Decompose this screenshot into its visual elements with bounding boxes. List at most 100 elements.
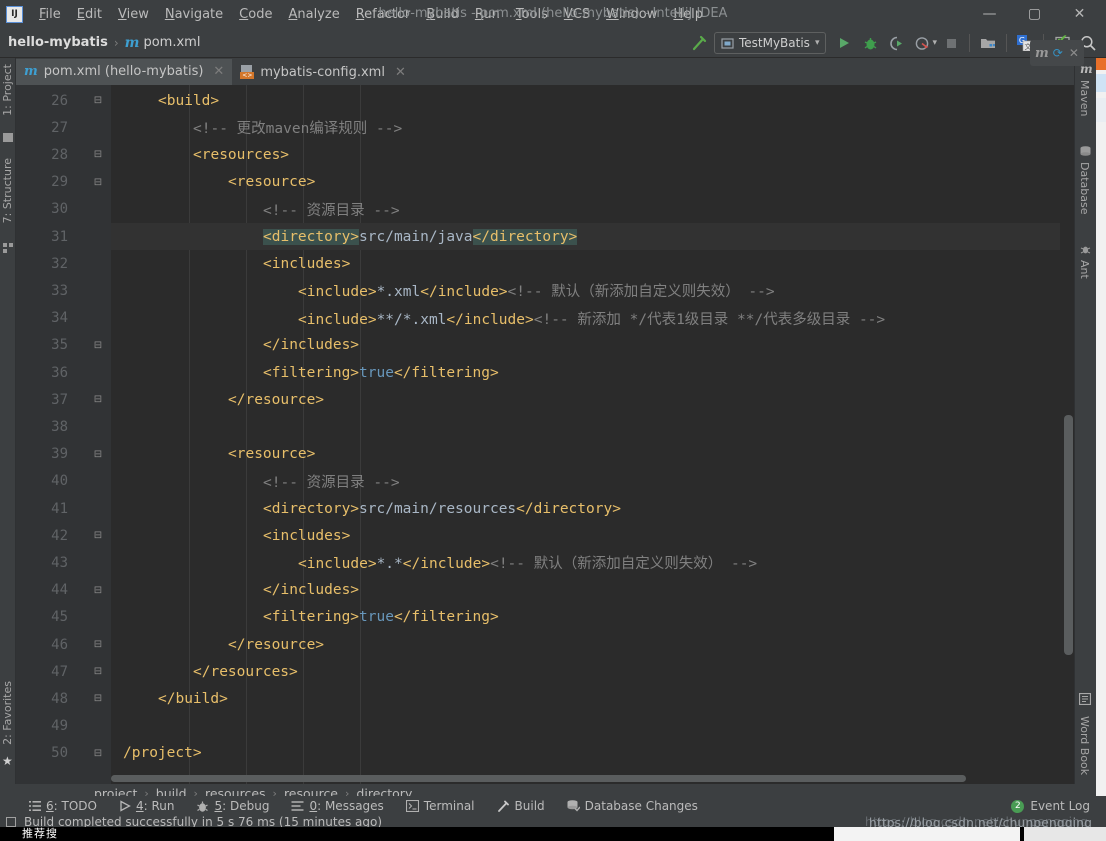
sidebar-item-structure-label[interactable]: 7: Structure bbox=[1, 158, 14, 223]
code-line[interactable]: <include>*.xml</include><!-- 默认（新添加自定义则失… bbox=[111, 277, 1074, 304]
gutter-line[interactable]: 49 bbox=[16, 713, 111, 740]
gutter-line[interactable]: 26 ⊟ bbox=[16, 87, 111, 114]
gutter-line[interactable]: 31 bbox=[16, 223, 111, 250]
run-configuration-selector[interactable]: TestMyBatis ▾ bbox=[713, 32, 827, 54]
editor-horizontal-scrollbar[interactable] bbox=[111, 775, 966, 782]
maven-reimport-popup[interactable]: m ⟳ ✕ bbox=[1030, 40, 1084, 66]
code-line[interactable]: <directory>src/main/resources</directory… bbox=[111, 495, 1074, 522]
editor-code-area[interactable]: <build> <!-- 更改maven编译规则 --> <resources> <r… bbox=[111, 85, 1074, 784]
debug-button[interactable] bbox=[858, 31, 882, 55]
fold-marker-icon[interactable]: ⊟ bbox=[92, 449, 104, 460]
code-line[interactable]: <include>**/*.xml</include><!-- 新添加 */代表… bbox=[111, 305, 1074, 332]
code-line[interactable]: </includes> bbox=[111, 577, 1074, 604]
maximize-button[interactable]: ▢ bbox=[1012, 0, 1057, 28]
build-project-button[interactable] bbox=[688, 31, 712, 55]
fold-marker-icon[interactable]: ⊟ bbox=[92, 639, 104, 650]
code-line[interactable] bbox=[111, 413, 1074, 440]
code-line[interactable]: <directory>src/main/java</directory> bbox=[111, 223, 1074, 251]
gutter-line[interactable]: 50 ⊟ bbox=[16, 740, 111, 767]
code-line[interactable]: <!-- 更改maven编译规则 --> bbox=[111, 114, 1074, 141]
navbar-project-name[interactable]: hello-mybatis bbox=[8, 35, 108, 50]
fold-marker-icon[interactable]: ⊟ bbox=[92, 95, 104, 106]
code-line[interactable]: <includes> bbox=[111, 250, 1074, 277]
gutter-line[interactable]: 29 ⊟ bbox=[16, 169, 111, 196]
gutter-line[interactable]: 45 bbox=[16, 604, 111, 631]
fold-marker-icon[interactable]: ⊟ bbox=[92, 177, 104, 188]
menu-item-help[interactable]: Help bbox=[665, 5, 711, 24]
run-button[interactable] bbox=[832, 31, 856, 55]
menu-item-file[interactable]: File bbox=[31, 5, 69, 24]
menu-item-run[interactable]: Run bbox=[467, 5, 508, 24]
menu-item-edit[interactable]: Edit bbox=[69, 5, 110, 24]
gutter-line[interactable]: 37 ⊟ bbox=[16, 386, 111, 413]
gutter-line[interactable]: 41 bbox=[16, 495, 111, 522]
menu-item-tools[interactable]: Tools bbox=[508, 5, 556, 24]
project-structure-button[interactable] bbox=[976, 31, 1000, 55]
gutter-line[interactable]: 28 ⊟ bbox=[16, 141, 111, 168]
gutter-line[interactable]: 38 bbox=[16, 413, 111, 440]
gutter-line[interactable]: 36 bbox=[16, 359, 111, 386]
stop-button[interactable] bbox=[939, 31, 963, 55]
gutter-line[interactable]: 40 bbox=[16, 468, 111, 495]
tool-window-button-0-messages[interactable]: 0: Messages bbox=[280, 799, 394, 813]
sidebar-item-ant-label[interactable]: Ant bbox=[1078, 260, 1091, 279]
sidebar-item-database-label[interactable]: Database bbox=[1078, 162, 1091, 215]
code-line[interactable]: </resource> bbox=[111, 631, 1074, 658]
tool-window-button-build[interactable]: Build bbox=[486, 799, 556, 813]
code-line[interactable]: <filtering>true</filtering> bbox=[111, 359, 1074, 386]
gutter-line[interactable]: 30 bbox=[16, 196, 111, 223]
sidebar-item-favorites-label[interactable]: 2: Favorites bbox=[1, 681, 14, 745]
fold-marker-icon[interactable]: ⊟ bbox=[92, 666, 104, 677]
sidebar-item-maven-label[interactable]: Maven bbox=[1078, 80, 1091, 116]
fold-marker-icon[interactable]: ⊟ bbox=[92, 748, 104, 759]
gutter-line[interactable]: 39 ⊟ bbox=[16, 441, 111, 468]
maven-popup-close-icon[interactable]: ✕ bbox=[1069, 46, 1079, 60]
code-line[interactable]: <includes> bbox=[111, 522, 1074, 549]
editor-vertical-scrollbar[interactable] bbox=[1064, 415, 1073, 655]
fold-marker-icon[interactable]: ⊟ bbox=[92, 585, 104, 596]
editor-tab-1[interactable]: m pom.xml (hello-mybatis) ✕ bbox=[16, 59, 233, 85]
fold-marker-icon[interactable]: ⊟ bbox=[92, 530, 104, 541]
code-editor[interactable]: 26 ⊟ 27 28 ⊟ 29 ⊟ 30 31 32 33 34 35 ⊟ 36 37 ⊟ 38 39 ⊟ 40 41 42… bbox=[16, 85, 1074, 784]
minimize-button[interactable]: — bbox=[967, 0, 1012, 28]
event-log-button[interactable]: 2 Event Log bbox=[1011, 799, 1090, 813]
profile-button[interactable] bbox=[910, 31, 934, 55]
fold-marker-icon[interactable]: ⊟ bbox=[92, 149, 104, 160]
fold-marker-icon[interactable]: ⊟ bbox=[92, 340, 104, 351]
tool-window-button-6-todo[interactable]: 6: TODO bbox=[18, 799, 108, 813]
run-with-coverage-button[interactable] bbox=[884, 31, 908, 55]
gutter-line[interactable]: 27 bbox=[16, 114, 111, 141]
code-line[interactable]: <resource> bbox=[111, 441, 1074, 468]
code-line[interactable]: <!-- 资源目录 --> bbox=[111, 196, 1074, 223]
gutter-line[interactable]: 32 bbox=[16, 250, 111, 277]
gutter-line[interactable]: 42 ⊟ bbox=[16, 522, 111, 549]
close-button[interactable]: ✕ bbox=[1057, 0, 1102, 28]
code-line[interactable]: </build> bbox=[111, 685, 1074, 712]
sidebar-item-project-label[interactable]: 1: Project bbox=[1, 64, 14, 116]
gutter-line[interactable]: 43 bbox=[16, 549, 111, 576]
code-line[interactable]: /project> bbox=[111, 740, 1074, 767]
tool-window-button-5-debug[interactable]: 5: Debug bbox=[185, 799, 280, 813]
tool-window-button-terminal[interactable]: Terminal bbox=[395, 799, 486, 813]
menu-item-build[interactable]: Build bbox=[418, 5, 467, 24]
code-line[interactable]: <!-- 资源目录 --> bbox=[111, 468, 1074, 495]
fold-marker-icon[interactable]: ⊟ bbox=[92, 394, 104, 405]
editor-gutter[interactable]: 26 ⊟ 27 28 ⊟ 29 ⊟ 30 31 32 33 34 35 ⊟ 36 37 ⊟ 38 39 ⊟ 40 41 42… bbox=[16, 85, 111, 784]
menu-item-navigate[interactable]: Navigate bbox=[157, 5, 231, 24]
tool-window-button-4-run[interactable]: 4: Run bbox=[108, 799, 186, 813]
menu-item-code[interactable]: Code bbox=[231, 5, 280, 24]
navbar-file-name[interactable]: pom.xml bbox=[143, 35, 200, 50]
menu-item-window[interactable]: Window bbox=[598, 5, 665, 24]
code-line[interactable]: </resource> bbox=[111, 386, 1074, 413]
maven-reimport-icon[interactable]: ⟳ bbox=[1053, 46, 1063, 60]
code-line[interactable]: <resource> bbox=[111, 169, 1074, 196]
code-line[interactable] bbox=[111, 713, 1074, 740]
fold-marker-icon[interactable]: ⊟ bbox=[92, 693, 104, 704]
code-line[interactable]: <build> bbox=[111, 87, 1074, 114]
gutter-line[interactable]: 34 bbox=[16, 305, 111, 332]
code-line[interactable]: <resources> bbox=[111, 141, 1074, 168]
code-line[interactable]: <filtering>true</filtering> bbox=[111, 604, 1074, 631]
gutter-line[interactable]: 35 ⊟ bbox=[16, 332, 111, 359]
editor-tab-2[interactable]: <> mybatis-config.xml ✕ bbox=[232, 59, 414, 85]
code-line[interactable]: </resources> bbox=[111, 658, 1074, 685]
